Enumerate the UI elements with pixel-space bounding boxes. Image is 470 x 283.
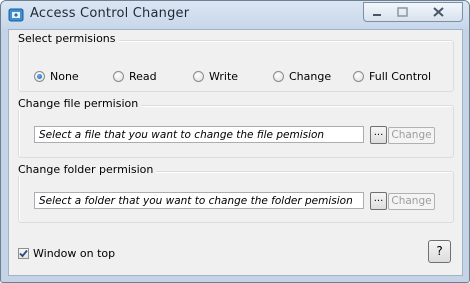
window-on-top-checkbox[interactable] bbox=[18, 247, 29, 259]
radio-write-indicator[interactable] bbox=[193, 70, 204, 82]
maximize-button[interactable] bbox=[390, 2, 416, 22]
folder-group-label: Change folder permision bbox=[18, 163, 157, 176]
radio-write[interactable]: Write bbox=[193, 69, 238, 83]
radio-change[interactable]: Change bbox=[273, 69, 331, 83]
radio-full-control-indicator[interactable] bbox=[353, 70, 364, 82]
close-button[interactable] bbox=[415, 2, 463, 22]
lock-app-icon bbox=[8, 8, 24, 22]
radio-change-label: Change bbox=[289, 69, 332, 83]
radio-none-label: None bbox=[50, 69, 79, 83]
title-bar[interactable]: Access Control Changer bbox=[1, 1, 469, 29]
close-icon bbox=[433, 7, 444, 17]
radio-change-indicator[interactable] bbox=[273, 70, 284, 82]
radio-full-control-label: Full Control bbox=[369, 69, 432, 83]
browse-folder-button[interactable]: ... bbox=[370, 192, 387, 210]
window-on-top-label: Window on top bbox=[33, 246, 116, 260]
file-permission-group: Change file permision Select a file that… bbox=[18, 97, 454, 158]
radio-none[interactable]: None bbox=[34, 69, 79, 83]
maximize-icon bbox=[397, 7, 408, 17]
checkmark-icon bbox=[19, 249, 28, 257]
radio-write-label: Write bbox=[209, 69, 239, 83]
minimize-button[interactable] bbox=[363, 2, 391, 22]
browse-file-button[interactable]: ... bbox=[370, 126, 387, 144]
help-button[interactable]: ? bbox=[428, 240, 451, 263]
window-on-top-option[interactable]: Window on top bbox=[18, 246, 115, 260]
permissions-group: Select permisions None Read Write Change… bbox=[18, 32, 454, 92]
change-file-button[interactable]: Change bbox=[388, 127, 435, 144]
radio-full-control[interactable]: Full Control bbox=[353, 69, 431, 83]
folder-path-field[interactable]: Select a folder that you want to change … bbox=[34, 192, 364, 209]
radio-none-indicator[interactable] bbox=[34, 70, 45, 82]
folder-permission-group: Change folder permision Select a folder … bbox=[18, 163, 454, 223]
minimize-icon bbox=[373, 14, 381, 16]
radio-read-label: Read bbox=[129, 69, 157, 83]
file-group-label: Change file permision bbox=[18, 97, 142, 110]
change-folder-button[interactable]: Change bbox=[388, 193, 435, 210]
file-path-field[interactable]: Select a file that you want to change th… bbox=[34, 126, 364, 143]
permissions-group-label: Select permisions bbox=[18, 32, 119, 45]
dialog-client-area: Select permisions None Read Write Change… bbox=[8, 29, 463, 276]
window-title: Access Control Changer bbox=[30, 6, 190, 21]
app-window: Access Control Changer Select permisions… bbox=[0, 0, 470, 283]
radio-read-indicator[interactable] bbox=[113, 70, 124, 82]
radio-read[interactable]: Read bbox=[113, 69, 157, 83]
